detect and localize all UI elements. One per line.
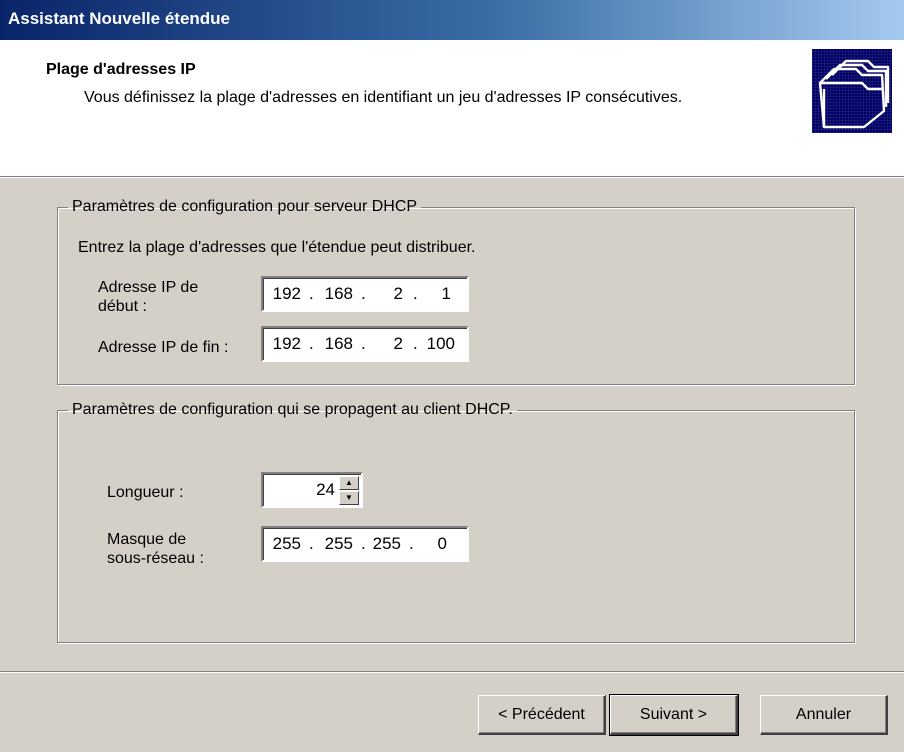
- subnet-mask-field[interactable]: 255 . 255 . 255 . 0: [261, 526, 469, 562]
- next-button[interactable]: Suivant >: [609, 694, 739, 736]
- length-label: Longueur :: [107, 484, 184, 501]
- spin-up-button[interactable]: ▲: [339, 476, 359, 490]
- page-description: Vous définissez la plage d'adresses en i…: [84, 89, 683, 106]
- folders-wizard-icon: [812, 49, 892, 133]
- range-instruction: Entrez la plage d'adresses que l'étendue…: [78, 239, 476, 256]
- mask-octet-4[interactable]: 0: [411, 534, 447, 554]
- length-stepper[interactable]: 24 ▲ ▼: [261, 472, 363, 508]
- start-ip-label: Adresse IP de début :: [98, 278, 198, 316]
- spin-down-button[interactable]: ▼: [339, 491, 359, 505]
- mask-octet-1[interactable]: 255: [265, 534, 301, 554]
- octet-separator: .: [309, 334, 314, 353]
- end-ip-octet-2[interactable]: 168: [317, 334, 353, 354]
- octet-separator: .: [361, 284, 366, 303]
- mask-label-line1: Masque de: [107, 531, 187, 548]
- start-ip-field[interactable]: 192 . 168 . 2 . 1: [261, 276, 469, 312]
- mask-label-line2: sous-réseau :: [107, 550, 204, 567]
- start-ip-octet-2[interactable]: 168: [317, 284, 353, 304]
- start-ip-octet-4[interactable]: 1: [415, 284, 451, 304]
- octet-separator: .: [413, 334, 418, 353]
- back-button[interactable]: < Précédent: [478, 695, 606, 735]
- end-ip-field[interactable]: 192 . 168 . 2 . 100: [261, 326, 469, 362]
- window-title: Assistant Nouvelle étendue: [8, 9, 231, 28]
- client-config-legend: Paramètres de configuration qui se propa…: [72, 401, 513, 418]
- button-separator: [0, 671, 904, 673]
- mask-octet-2[interactable]: 255: [317, 534, 353, 554]
- mask-octet-3[interactable]: 255: [365, 534, 401, 554]
- end-ip-octet-3[interactable]: 2: [367, 334, 403, 354]
- end-ip-label: Adresse IP de fin :: [98, 339, 229, 356]
- wizard-header: Plage d'adresses IP Vous définissez la p…: [0, 41, 904, 178]
- title-bar: Assistant Nouvelle étendue: [0, 0, 904, 41]
- start-ip-label-line2: début :: [98, 298, 147, 315]
- server-config-legend: Paramètres de configuration pour serveur…: [72, 198, 418, 215]
- client-config-group: Paramètres de configuration qui se propa…: [57, 401, 855, 643]
- length-value[interactable]: 24: [316, 480, 335, 500]
- mask-label: Masque de sous-réseau :: [107, 530, 204, 568]
- start-ip-octet-1[interactable]: 192: [265, 284, 301, 304]
- start-ip-label-line1: Adresse IP de: [98, 279, 199, 296]
- arrow-up-icon: ▲: [345, 478, 353, 487]
- end-ip-octet-1[interactable]: 192: [265, 334, 301, 354]
- cancel-button[interactable]: Annuler: [760, 695, 888, 735]
- start-ip-octet-3[interactable]: 2: [367, 284, 403, 304]
- end-ip-octet-4[interactable]: 100: [419, 334, 455, 354]
- octet-separator: .: [309, 534, 314, 553]
- arrow-down-icon: ▼: [345, 493, 353, 502]
- page-title: Plage d'adresses IP: [46, 61, 196, 78]
- octet-separator: .: [361, 334, 366, 353]
- octet-separator: .: [309, 284, 314, 303]
